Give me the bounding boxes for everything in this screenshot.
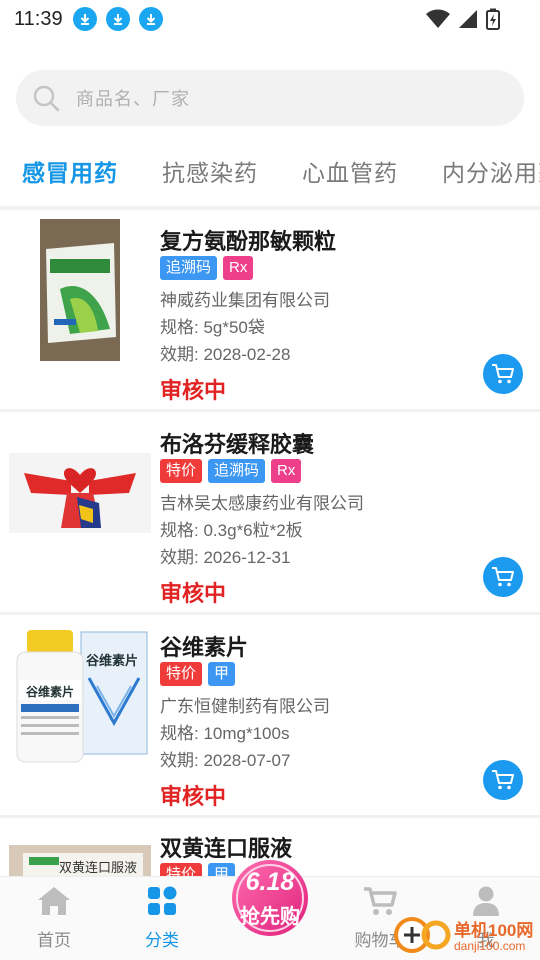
download-icon — [72, 7, 97, 31]
product-tags: 特价 甲 — [160, 662, 236, 686]
signal-icon — [459, 10, 477, 28]
search-input[interactable]: 商品名、厂家 — [16, 70, 524, 126]
status-time: 11:39 — [14, 7, 63, 30]
promo-date: 6.18 — [245, 868, 295, 896]
special-price-tag: 特价 — [160, 459, 203, 483]
product-tags: 追溯码 Rx — [160, 256, 254, 280]
promo-618-button[interactable]: 6.18 抢先购 — [228, 856, 312, 940]
review-status: 审核中 — [160, 784, 227, 809]
nav-home[interactable]: 首页 — [14, 885, 94, 951]
trace-code-tag: 追溯码 — [160, 256, 218, 280]
home-icon — [38, 887, 70, 915]
product-manufacturer: 广东恒健制药有限公司 — [160, 697, 330, 716]
nav-category-label: 分类 — [145, 931, 179, 950]
watermark-title: 单机100网 — [454, 921, 534, 940]
product-item[interactable]: 布洛芬缓释胶囊 特价 追溯码 Rx 吉林吴太感康药业有限公司 规格: 0.3g*… — [0, 413, 540, 615]
product-spec: 规格: 10mg*100s — [160, 724, 290, 743]
cart-icon — [492, 567, 514, 587]
cart-icon — [492, 770, 514, 790]
wifi-icon — [426, 9, 450, 28]
product-image[interactable]: 谷维素片 谷维素片 — [9, 628, 151, 766]
product-name[interactable]: 复方氨酚那敏颗粒 — [160, 224, 336, 256]
product-tags: 特价 追溯码 Rx — [160, 459, 302, 483]
product-name[interactable]: 布洛芬缓释胶囊 — [160, 427, 314, 459]
rx-tag: Rx — [223, 256, 254, 280]
site-watermark: 单机100网 danji100.com — [392, 912, 540, 960]
product-manufacturer: 吉林吴太感康药业有限公司 — [160, 494, 364, 513]
bottle-label-text: 谷维素片 — [26, 685, 75, 699]
tab-cardiovascular[interactable]: 心血管药 — [302, 154, 398, 188]
product-item[interactable]: 复方氨酚那敏颗粒 追溯码 Rx 神威药业集团有限公司 规格: 5g*50袋 效期… — [0, 210, 540, 412]
battery-icon — [486, 8, 500, 30]
box-label-text: 双黄连口服液 — [59, 860, 138, 875]
add-to-cart-button[interactable] — [483, 354, 523, 394]
watermark-url: danji100.com — [454, 939, 526, 953]
tab-endocrine[interactable]: 内分泌用药 — [442, 154, 540, 188]
nav-category[interactable]: 分类 — [122, 885, 202, 951]
add-to-cart-button[interactable] — [483, 557, 523, 597]
category-icon — [148, 886, 177, 915]
product-expiry: 效期: 2026-12-31 — [160, 548, 291, 567]
status-bar: 11:39 — [0, 0, 540, 38]
download-icon — [105, 7, 130, 31]
tab-anti-infection[interactable]: 抗感染药 — [162, 154, 258, 188]
download-icon — [138, 7, 163, 31]
special-price-tag: 特价 — [160, 662, 203, 686]
product-name[interactable]: 谷维素片 — [160, 630, 248, 662]
search-icon — [33, 85, 60, 112]
review-status: 审核中 — [160, 581, 227, 606]
product-expiry: 效期: 2028-07-07 — [160, 751, 291, 770]
product-spec: 规格: 5g*50袋 — [160, 318, 265, 337]
cart-icon — [492, 364, 514, 384]
product-spec: 规格: 0.3g*6粒*2板 — [160, 521, 303, 540]
product-image[interactable] — [9, 453, 151, 533]
review-status: 审核中 — [160, 378, 227, 403]
box-label-text: 谷维素片 — [86, 653, 139, 668]
product-expiry: 效期: 2028-02-28 — [160, 345, 291, 364]
class-a-tag: 甲 — [208, 662, 236, 686]
product-item[interactable]: 谷维素片 谷维素片 谷维素片 特价 甲 广东恒健制药有限公司 规格: 10mg*… — [0, 616, 540, 818]
product-image[interactable]: 双黄连口服液 — [9, 845, 151, 879]
status-icons — [426, 8, 500, 30]
nav-home-label: 首页 — [37, 931, 71, 950]
product-image[interactable] — [40, 219, 120, 361]
tab-cold-medicine[interactable]: 感冒用药 — [22, 154, 118, 188]
product-manufacturer: 神威药业集团有限公司 — [160, 291, 330, 310]
rx-tag: Rx — [271, 459, 302, 483]
trace-code-tag: 追溯码 — [208, 459, 266, 483]
add-to-cart-button[interactable] — [483, 760, 523, 800]
category-tabs: 感冒用药 抗感染药 心血管药 内分泌用药 — [0, 148, 540, 196]
promo-label: 抢先购 — [240, 906, 300, 928]
search-placeholder: 商品名、厂家 — [76, 89, 190, 109]
